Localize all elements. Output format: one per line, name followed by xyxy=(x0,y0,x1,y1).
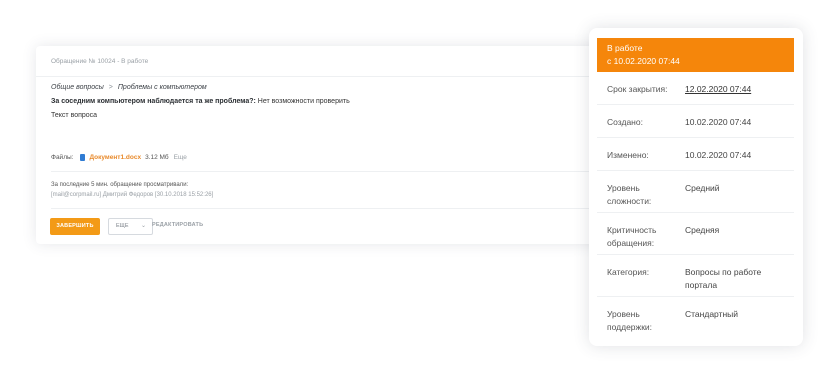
files-more-link[interactable]: Еще xyxy=(174,154,187,161)
info-value: 10.02.2020 07:44 xyxy=(685,117,752,127)
info-key: Создано: xyxy=(607,117,643,127)
breadcrumb-category[interactable]: Общие вопросы xyxy=(51,84,104,91)
viewers-title: За последние 5 мин. обращение просматрив… xyxy=(51,182,189,188)
question-label: За соседним компьютером наблюдается та ж… xyxy=(51,98,256,105)
ticket-card: Обращение № 10024 - В работе Общие вопро… xyxy=(36,46,610,244)
info-row-category: Категория: Вопросы по работе портала xyxy=(597,255,794,297)
info-value: Средний xyxy=(685,183,720,193)
info-row-complexity: Уровень сложности: Средний xyxy=(597,171,794,213)
info-value: Вопросы по работе портала xyxy=(685,267,762,290)
files-label: Файлы: xyxy=(51,154,74,161)
info-value: Средняя xyxy=(685,225,720,235)
info-row-support-level: Уровень поддержки: Стандартный xyxy=(597,297,794,339)
breadcrumb-subcategory[interactable]: Проблемы с компьютером xyxy=(118,84,207,91)
breadcrumb-separator: > xyxy=(108,84,113,91)
info-table: Срок закрытия: 12.02.2020 07:44 Создано:… xyxy=(597,72,794,339)
question-field: За соседним компьютером наблюдается та ж… xyxy=(51,98,350,105)
info-key: Критичность обращения: xyxy=(607,225,657,248)
finish-button[interactable]: ЗАВЕРШИТЬ xyxy=(50,218,100,235)
info-row-modified: Изменено: 10.02.2020 07:44 xyxy=(597,138,794,171)
file-size: 3.12 Мб xyxy=(145,154,169,161)
status-since: с 10.02.2020 07:44 xyxy=(607,56,680,66)
more-dropdown-label: ЕЩЕ xyxy=(116,223,129,229)
more-dropdown[interactable]: ЕЩЕ ⌄ xyxy=(108,218,153,235)
close-date-link[interactable]: 12.02.2020 07:44 xyxy=(685,83,785,104)
info-key: Уровень сложности: xyxy=(607,183,652,206)
files-section: Файлы: Документ1.docx 3.12 Мб Еще xyxy=(51,154,187,161)
file-link[interactable]: Документ1.docx xyxy=(89,154,141,161)
info-key: Срок закрытия: xyxy=(607,84,668,94)
info-row-created: Создано: 10.02.2020 07:44 xyxy=(597,105,794,138)
question-text: Текст вопроса xyxy=(51,112,98,119)
info-value: Стандартный xyxy=(685,309,739,319)
edit-button[interactable]: РЕДАКТИРОВАТЬ xyxy=(152,222,203,228)
info-row-criticality: Критичность обращения: Средняя xyxy=(597,213,794,255)
ticket-header: Обращение № 10024 - В работе xyxy=(36,46,610,77)
info-key: Изменено: xyxy=(607,150,649,160)
divider xyxy=(51,208,610,209)
ticket-info-card: В работе с 10.02.2020 07:44 Срок закрыти… xyxy=(589,28,803,346)
status-header: В работе с 10.02.2020 07:44 xyxy=(597,38,794,72)
viewer-entry: [mail@corpmail.ru] Дмитрий Федоров [30.1… xyxy=(51,192,214,198)
breadcrumb: Общие вопросы > Проблемы с компьютером xyxy=(51,84,207,91)
info-key: Уровень поддержки: xyxy=(607,309,653,332)
info-value: 10.02.2020 07:44 xyxy=(685,150,752,160)
chevron-down-icon: ⌄ xyxy=(140,223,146,229)
info-row-close-date: Срок закрытия: 12.02.2020 07:44 xyxy=(597,72,794,105)
divider xyxy=(51,171,610,172)
info-key: Категория: xyxy=(607,267,650,277)
status-label: В работе xyxy=(607,43,643,53)
document-icon xyxy=(80,154,86,161)
question-answer: Нет возможности проверить xyxy=(257,98,350,105)
